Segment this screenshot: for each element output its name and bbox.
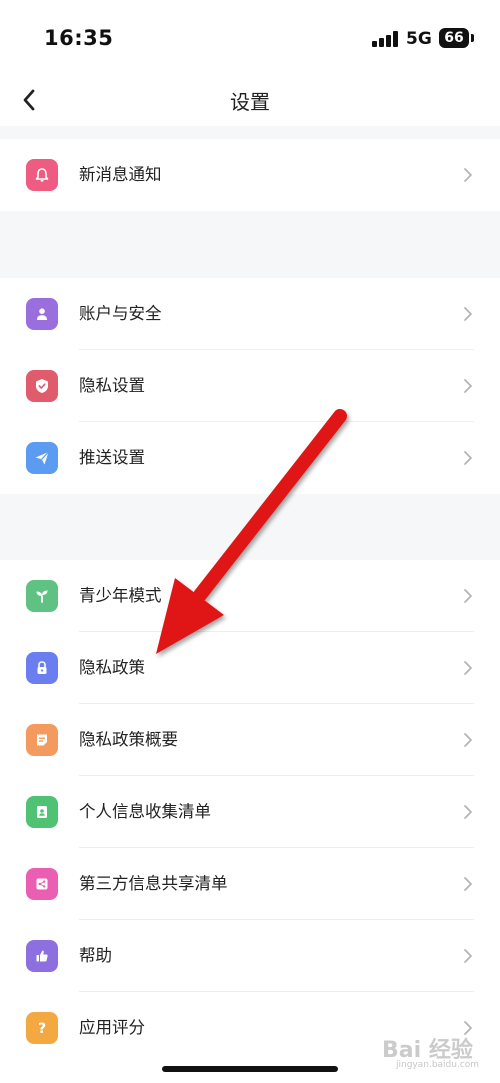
- row-label: 隐私政策: [79, 658, 145, 677]
- settings-row-notifications[interactable]: 新消息通知: [0, 139, 500, 211]
- row-label: 应用评分: [79, 1018, 145, 1037]
- settings-row-account-security[interactable]: 账户与安全: [0, 278, 500, 350]
- status-bar: 16:35 5G 66: [0, 0, 500, 78]
- chevron-right-icon: [464, 805, 472, 819]
- chevron-right-icon: [464, 168, 472, 182]
- chevron-right-icon: [464, 589, 472, 603]
- share-icon: [26, 868, 58, 900]
- chevron-right-icon: [464, 733, 472, 747]
- row-label: 新消息通知: [79, 165, 162, 184]
- settings-row-privacy-policy[interactable]: 隐私政策: [0, 632, 500, 704]
- chevron-right-icon: [464, 451, 472, 465]
- question-icon: ?: [26, 1012, 58, 1044]
- status-time: 16:35: [44, 26, 114, 50]
- user-icon: [26, 298, 58, 330]
- send-icon: [26, 442, 58, 474]
- chevron-right-icon: [464, 661, 472, 675]
- row-label: 帮助: [79, 946, 112, 965]
- thumbs-up-icon: [26, 940, 58, 972]
- settings-row-push-settings[interactable]: 推送设置: [0, 422, 500, 494]
- row-label: 个人信息收集清单: [79, 802, 211, 821]
- settings-group-general: 青少年模式 隐私政策 隐私政策概要 个人信息收集清单 第三方信息共享清单 帮助 …: [0, 560, 500, 1083]
- battery-icon: 66: [439, 28, 469, 48]
- watermark-url: jingyan.baidu.com: [396, 1060, 480, 1070]
- id-card-icon: [26, 796, 58, 828]
- settings-row-personal-info-list[interactable]: 个人信息收集清单: [0, 776, 500, 848]
- battery-tip: [471, 34, 474, 42]
- chevron-right-icon: [464, 949, 472, 963]
- row-label: 隐私设置: [79, 376, 145, 395]
- settings-row-privacy-summary[interactable]: 隐私政策概要: [0, 704, 500, 776]
- note-icon: [26, 724, 58, 756]
- chevron-right-icon: [464, 877, 472, 891]
- sprout-icon: [26, 580, 58, 612]
- row-label: 账户与安全: [79, 304, 162, 323]
- svg-text:?: ?: [38, 1021, 46, 1036]
- chevron-right-icon: [464, 307, 472, 321]
- nav-bar: 设置: [0, 78, 500, 126]
- shield-icon: [26, 370, 58, 402]
- settings-group-account: 账户与安全 隐私设置 推送设置: [0, 278, 500, 494]
- settings-row-privacy-settings[interactable]: 隐私设置: [0, 350, 500, 422]
- page-title: 设置: [230, 90, 270, 114]
- row-label: 青少年模式: [79, 586, 162, 605]
- lock-icon: [26, 652, 58, 684]
- bell-icon: [26, 159, 58, 191]
- home-indicator[interactable]: [162, 1066, 338, 1072]
- chevron-right-icon: [464, 379, 472, 393]
- settings-row-third-party-sharing[interactable]: 第三方信息共享清单: [0, 848, 500, 920]
- settings-row-youth-mode[interactable]: 青少年模式: [0, 560, 500, 632]
- network-type: 5G: [406, 29, 432, 49]
- row-label: 第三方信息共享清单: [79, 874, 228, 893]
- settings-group-notifications: 新消息通知: [0, 139, 500, 211]
- signal-icon: [372, 31, 400, 47]
- row-label: 隐私政策概要: [79, 730, 178, 749]
- row-label: 推送设置: [79, 448, 145, 467]
- settings-row-help[interactable]: 帮助: [0, 920, 500, 992]
